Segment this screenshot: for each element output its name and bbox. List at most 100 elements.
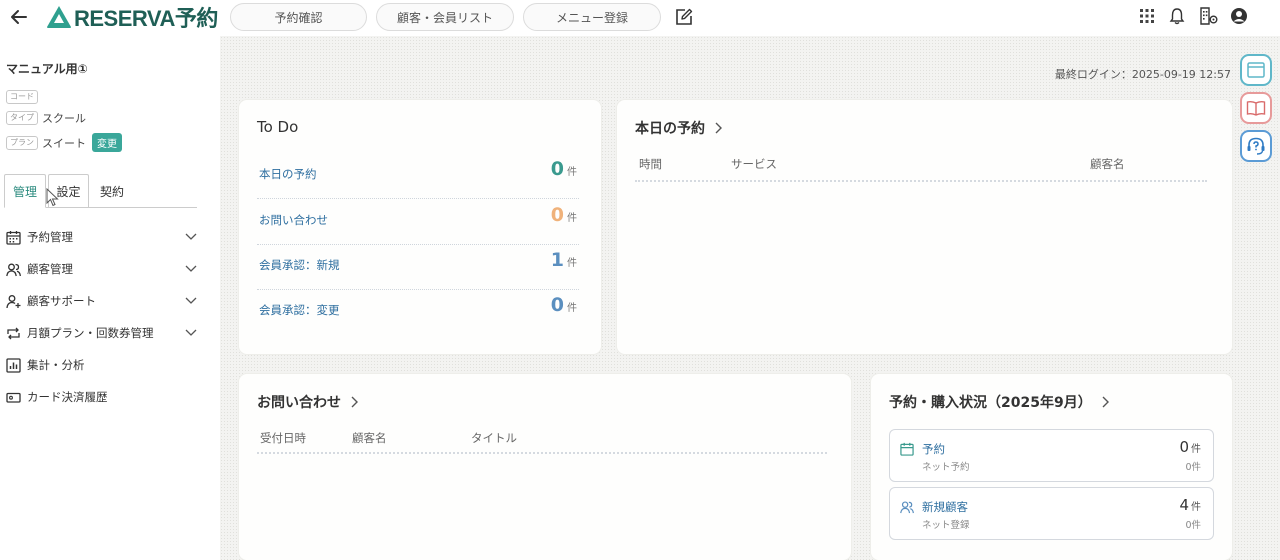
tab-contract[interactable]: 契約 bbox=[92, 174, 132, 208]
status-sub-label: ネット登録 bbox=[922, 520, 970, 531]
users-icon bbox=[900, 501, 914, 514]
browser-window-button[interactable] bbox=[1240, 54, 1272, 86]
table-header-divider bbox=[635, 180, 1207, 182]
bell-icon[interactable] bbox=[1168, 7, 1186, 25]
nav-customer-list[interactable]: 顧客・会員リスト bbox=[376, 3, 514, 31]
todo-row-inquiries[interactable]: お問い合わせ 0件 bbox=[257, 200, 579, 245]
inquiries-title-text[interactable]: お問い合わせ bbox=[257, 392, 341, 412]
chevron-right-icon[interactable] bbox=[713, 121, 723, 135]
sidebar-item-customer-manage[interactable]: 顧客管理 bbox=[6, 258, 198, 280]
status-unit: 件 bbox=[1191, 502, 1201, 513]
todo-count: 1 bbox=[550, 249, 564, 271]
plan-tag: プラン bbox=[6, 135, 38, 150]
todo-row-member-change[interactable]: 会員承認：変更 0件 bbox=[257, 290, 579, 335]
todo-label[interactable]: お問い合わせ bbox=[259, 212, 328, 228]
type-value: スクール bbox=[42, 112, 86, 125]
last-login: 最終ログイン：2025-09-19 12:57 bbox=[1054, 68, 1231, 81]
chevron-right-icon[interactable] bbox=[1100, 395, 1110, 409]
repeat-icon bbox=[7, 327, 20, 339]
edit-icon[interactable] bbox=[674, 7, 694, 27]
main-content: 最終ログイン：2025-09-19 12:57 To Do 本日の予約 0件 お… bbox=[220, 36, 1280, 560]
sidebar-tabs: 管理 設定 契約 bbox=[4, 174, 197, 208]
inquiries-title[interactable]: お問い合わせ bbox=[257, 392, 359, 412]
todo-unit: 件 bbox=[567, 213, 577, 224]
todo-unit: 件 bbox=[567, 167, 577, 178]
meta-type-row: タイプ スクール bbox=[6, 110, 86, 126]
plan-change-button[interactable]: 変更 bbox=[92, 133, 122, 152]
status-title[interactable]: 予約・購入状況（2025年9月） bbox=[889, 392, 1110, 412]
column-header-title: タイトル bbox=[471, 431, 517, 445]
todo-label[interactable]: 会員承認：新規 bbox=[259, 257, 340, 273]
calendar-icon bbox=[6, 230, 21, 245]
status-title-text[interactable]: 予約・購入状況（2025年9月） bbox=[889, 392, 1092, 412]
todo-label[interactable]: 会員承認：変更 bbox=[259, 302, 340, 318]
chevron-down-icon[interactable] bbox=[184, 231, 198, 243]
plan-value: スイート bbox=[42, 136, 86, 150]
mouse-cursor-icon bbox=[46, 188, 59, 207]
tab-manage[interactable]: 管理 bbox=[4, 174, 46, 208]
calendar-icon bbox=[900, 442, 914, 456]
today-reservations-title-text[interactable]: 本日の予約 bbox=[635, 118, 705, 138]
org-name: マニュアル用① bbox=[6, 62, 88, 76]
todo-count: 0 bbox=[550, 204, 564, 226]
logo-text: RESERVA予約 bbox=[74, 6, 218, 31]
column-header-received-date: 受付日時 bbox=[260, 431, 306, 445]
sidebar-item-label: 予約管理 bbox=[27, 230, 73, 244]
status-card: 予約・購入状況（2025年9月） 予約 ネット予約 0件 0件 新規顧客 ネット… bbox=[871, 374, 1232, 560]
sidebar-item-monthly-plan[interactable]: 月額プラン・回数券管理 bbox=[6, 322, 198, 344]
status-count: 0 bbox=[1179, 438, 1189, 456]
column-header-customer: 顧客名 bbox=[1090, 157, 1125, 171]
card-icon bbox=[6, 392, 21, 403]
chevron-down-icon[interactable] bbox=[184, 263, 198, 275]
todo-count: 0 bbox=[550, 294, 564, 316]
status-label[interactable]: 予約 bbox=[922, 441, 945, 457]
todo-label[interactable]: 本日の予約 bbox=[259, 166, 317, 182]
sidebar-item-label: 顧客管理 bbox=[27, 262, 73, 276]
status-item-new-customers[interactable]: 新規顧客 ネット登録 4件 0件 bbox=[889, 487, 1214, 540]
status-unit: 件 bbox=[1191, 444, 1201, 455]
sidebar-item-label: 顧客サポート bbox=[27, 294, 96, 308]
chevron-down-icon[interactable] bbox=[184, 295, 198, 307]
user-account-icon[interactable] bbox=[1230, 7, 1248, 25]
chevron-down-icon[interactable] bbox=[184, 327, 198, 339]
building-settings-icon[interactable] bbox=[1199, 7, 1219, 25]
todo-title: To Do bbox=[257, 118, 299, 136]
column-header-customer: 顧客名 bbox=[352, 431, 387, 445]
help-headset-icon bbox=[1247, 137, 1265, 155]
sidebar-item-reservation-manage[interactable]: 予約管理 bbox=[6, 226, 198, 248]
nav-reservation-check[interactable]: 予約確認 bbox=[230, 3, 367, 31]
help-support-button[interactable] bbox=[1240, 130, 1272, 162]
status-sub-count: 0件 bbox=[1185, 462, 1201, 473]
todo-unit: 件 bbox=[567, 258, 577, 269]
users-icon bbox=[6, 263, 21, 276]
type-tag: タイプ bbox=[6, 111, 38, 125]
status-item-reservations[interactable]: 予約 ネット予約 0件 0件 bbox=[889, 429, 1214, 482]
top-bar: RESERVA予約 予約確認 顧客・会員リスト メニュー登録 bbox=[0, 0, 1280, 36]
browser-window-icon bbox=[1247, 62, 1265, 78]
todo-row-today-reservations[interactable]: 本日の予約 0件 bbox=[257, 154, 579, 199]
column-header-service: サービス bbox=[731, 157, 777, 171]
todo-card: To Do 本日の予約 0件 お問い合わせ 0件 会員承認：新規 1件 会員承認… bbox=[239, 100, 601, 354]
sidebar-item-card-history[interactable]: カード決済履歴 bbox=[6, 386, 198, 408]
status-label[interactable]: 新規顧客 bbox=[922, 499, 968, 515]
logo-mark-icon bbox=[47, 6, 71, 28]
todo-count: 0 bbox=[550, 158, 564, 180]
sidebar-item-label: 集計・分析 bbox=[27, 358, 85, 372]
table-header-divider bbox=[257, 452, 827, 454]
status-sub-label: ネット予約 bbox=[922, 462, 970, 473]
today-reservations-title[interactable]: 本日の予約 bbox=[635, 118, 723, 138]
todo-row-member-new[interactable]: 会員承認：新規 1件 bbox=[257, 245, 579, 290]
book-icon bbox=[1246, 100, 1266, 116]
meta-code-row: コード bbox=[6, 90, 42, 104]
back-arrow-icon[interactable] bbox=[8, 6, 30, 28]
status-sub-count: 0件 bbox=[1185, 520, 1201, 531]
sidebar-item-customer-support[interactable]: 顧客サポート bbox=[6, 290, 198, 312]
sidebar-item-analytics[interactable]: 集計・分析 bbox=[6, 354, 198, 376]
manual-book-button[interactable] bbox=[1240, 92, 1272, 124]
logo[interactable]: RESERVA予約 bbox=[46, 3, 218, 31]
chevron-right-icon[interactable] bbox=[349, 395, 359, 409]
sidebar-item-label: カード決済履歴 bbox=[27, 390, 108, 404]
nav-menu-register[interactable]: メニュー登録 bbox=[523, 3, 661, 31]
inquiries-card: お問い合わせ 受付日時 顧客名 タイトル bbox=[239, 374, 851, 560]
apps-grid-icon[interactable] bbox=[1138, 7, 1156, 25]
